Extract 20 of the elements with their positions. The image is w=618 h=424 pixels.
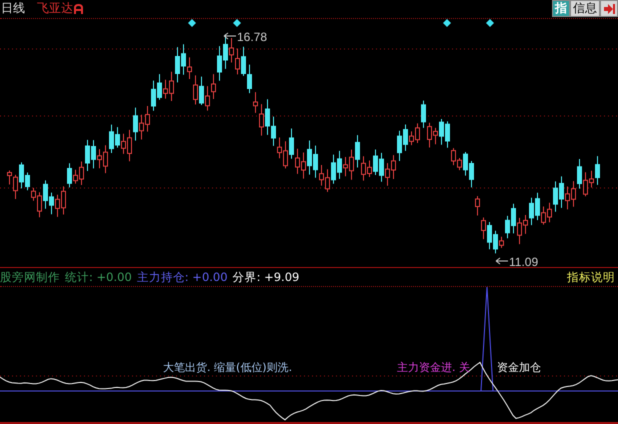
a-share-icon [74,4,83,14]
signal-annotation: 主力资金进. 关 [397,360,470,374]
high-price-label: 16.78 [224,30,268,44]
legend-value: 分界: +9.09 [232,270,300,285]
signal-annotation: 大笔出货. 缩量(低位)则洗. [163,360,292,374]
signal-diamond [188,18,196,27]
indicator-help-link[interactable]: 指标说明 [567,270,615,285]
chart-period[interactable]: 日线 [1,0,25,18]
info-button[interactable]: 信息 [570,0,600,18]
exit-icon [603,2,615,15]
stock-name: 飞亚达 [37,0,73,18]
signal-diamond [486,18,494,27]
legend-value: 统计: +0.00 [65,270,132,285]
low-price-label: 11.09 [496,254,538,268]
exit-button[interactable] [600,0,618,18]
signal-diamond [233,18,241,27]
signal-diamond [443,18,451,27]
legend-value: 主力持仓: +0.00 [136,270,228,285]
indicator-name: 股旁网制作 [0,270,60,285]
signal-annotation: 资金加仓 [497,360,541,374]
